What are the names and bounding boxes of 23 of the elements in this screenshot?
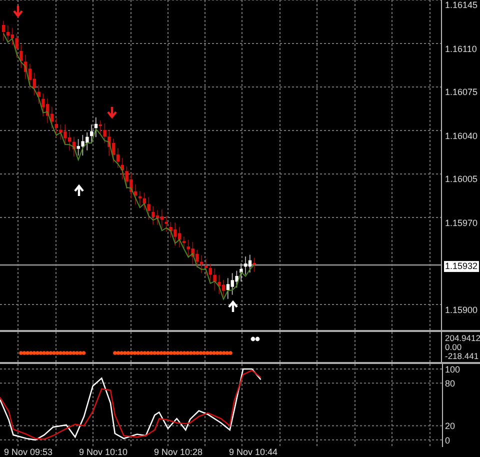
price-label: 1.16110 [444, 44, 478, 55]
axis-label: 20 [445, 421, 456, 432]
price-label: 1.16145 [444, 0, 479, 12]
price-label: 1.16040 [444, 130, 479, 142]
price-label: 1.16075 [444, 87, 479, 98]
price-label: 1.15900 [444, 304, 479, 316]
time-label: 9 Nov 10:44 [229, 447, 279, 457]
axis-label: 80 [445, 378, 456, 389]
time-label: 9 Nov 09:53 [4, 447, 54, 457]
down-arrow-icon [12, 4, 24, 18]
up-arrow-icon [74, 184, 84, 198]
axis-label: 100 [445, 364, 460, 374]
current-price-label: 1.15932 [444, 261, 479, 272]
time-label: 9 Nov 10:28 [154, 447, 204, 457]
time-label: 9 Nov 10:10 [79, 447, 129, 457]
up-arrow-icon [228, 300, 238, 314]
axis-label: 0.00 [445, 342, 463, 352]
axis-label: -218.441 [445, 352, 480, 360]
down-arrow-icon [106, 106, 118, 119]
axis-label: 204.9412 [445, 334, 480, 342]
price-label: 1.15970 [444, 218, 479, 229]
axis-label: 0 [445, 435, 450, 446]
price-label: 1.16005 [444, 174, 479, 186]
